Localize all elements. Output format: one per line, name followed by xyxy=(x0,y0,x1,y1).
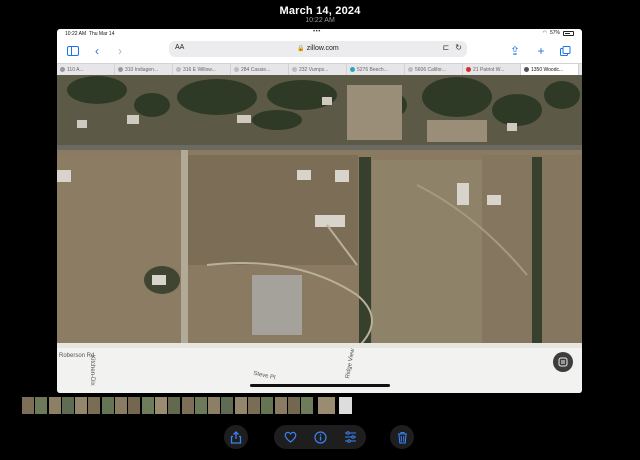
browser-tab[interactable]: 5276 Beech... xyxy=(347,64,405,75)
photo-thumbnail[interactable] xyxy=(168,397,181,414)
favicon-icon xyxy=(292,67,297,72)
photo-actions xyxy=(274,425,366,449)
photo-thumbnail[interactable] xyxy=(208,397,221,414)
browser-tab[interactable]: 110 A... xyxy=(57,64,115,75)
sports-field xyxy=(252,275,302,335)
photo-thumbnail[interactable] xyxy=(274,397,287,414)
photo-thumbnail[interactable] xyxy=(88,397,101,414)
main-road xyxy=(57,145,582,150)
back-icon[interactable]: ‹ xyxy=(89,43,105,59)
sidebar-icon[interactable] xyxy=(65,43,81,59)
share-button[interactable] xyxy=(224,425,248,449)
photo-thumbnail[interactable] xyxy=(22,397,34,414)
new-tab-icon[interactable]: + xyxy=(533,43,549,59)
photo-thumbnail[interactable] xyxy=(35,397,48,414)
favicon-icon xyxy=(234,67,239,72)
photo-strip[interactable] xyxy=(22,397,353,415)
photo-thumbnail[interactable] xyxy=(61,397,74,414)
photo-thumbnail[interactable] xyxy=(234,397,247,414)
tab-bar: 110 A... 310 Indiagen... 316 E Willow... 28… xyxy=(57,63,582,75)
url-text: zillow.com xyxy=(306,45,339,52)
browser-tab[interactable]: 232 Vumps... xyxy=(289,64,347,75)
status-right: ◠ 57% xyxy=(543,30,574,36)
map-layers-button[interactable] xyxy=(553,352,573,372)
hedgerow xyxy=(359,157,371,348)
photos-date: March 14, 2024 xyxy=(279,5,361,17)
photo-thumbnail[interactable] xyxy=(115,397,128,414)
photo-thumbnail[interactable] xyxy=(194,397,207,414)
tab-label: 310 Indiagen... xyxy=(125,66,159,73)
info-icon xyxy=(313,430,327,444)
safari-toolbar: ‹ › AA 🔒 zillow.com ⊏ ↻ ⇪ + xyxy=(57,39,582,63)
heart-icon xyxy=(284,431,296,443)
tab-label: 316 E Willow... xyxy=(183,66,216,73)
favicon-icon xyxy=(408,67,413,72)
photos-time: 10:22 AM xyxy=(305,17,335,24)
reload-icon[interactable]: ↻ xyxy=(455,43,462,52)
north-south-road xyxy=(181,150,188,348)
photo-thumbnail[interactable] xyxy=(221,397,234,414)
tab-label: 232 Vumps... xyxy=(299,66,329,73)
status-bar: 10:22 AM Thu Mar 14 ••• ◠ 57% xyxy=(57,29,582,39)
screenshot-frame: 10:22 AM Thu Mar 14 ••• ◠ 57% ‹ › AA 🔒 zi… xyxy=(57,29,582,393)
photo-thumbnail[interactable] xyxy=(154,397,167,414)
status-time: 10:22 AM Thu Mar 14 xyxy=(65,31,115,37)
scan-icon xyxy=(558,357,568,367)
tabs-overview-icon[interactable] xyxy=(557,43,573,59)
photo-thumbnail[interactable] xyxy=(128,397,141,414)
photo-thumbnail[interactable] xyxy=(181,397,194,414)
extensions-icon[interactable]: ⊏ xyxy=(443,43,450,52)
wifi-icon: ◠ xyxy=(542,30,547,36)
kitchen-dix-label: Kitchen-Dix xyxy=(89,355,95,386)
photo-thumbnail[interactable] xyxy=(248,397,261,414)
favorite-button[interactable] xyxy=(282,429,298,445)
battery-label: 57% xyxy=(549,30,560,36)
favicon-icon xyxy=(176,67,181,72)
share-icon xyxy=(230,430,242,444)
favicon-icon xyxy=(350,67,355,72)
info-button[interactable] xyxy=(312,429,328,445)
photo-thumbnail[interactable] xyxy=(101,397,114,414)
trash-icon xyxy=(397,431,407,444)
photo-thumbnail[interactable] xyxy=(261,397,274,414)
photo-thumbnail[interactable] xyxy=(287,397,300,414)
share-icon[interactable]: ⇪ xyxy=(507,43,523,59)
adjust-icon xyxy=(344,431,356,443)
battery-icon xyxy=(563,30,574,36)
browser-tab[interactable]: 21 Patriot W... xyxy=(463,64,521,75)
browser-tab[interactable]: 284 Cassie... xyxy=(231,64,289,75)
ridge-view-label: Ridge View xyxy=(345,348,357,380)
browser-tab[interactable]: 316 E Willow... xyxy=(173,64,231,75)
photo-thumbnail[interactable] xyxy=(338,397,352,414)
tab-label: 21 Patriot W... xyxy=(473,66,505,73)
favicon-icon xyxy=(118,67,123,72)
favicon-icon xyxy=(60,67,65,72)
browser-tab[interactable]: 310 Indiagen... xyxy=(115,64,173,75)
satellite-map[interactable] xyxy=(57,75,582,348)
forward-icon[interactable]: › xyxy=(112,43,128,59)
photo-thumbnail[interactable] xyxy=(75,397,88,414)
tab-label: 5606 Califor... xyxy=(415,66,446,73)
delete-button[interactable] xyxy=(390,425,414,449)
address-bar[interactable]: AA 🔒 zillow.com ⊏ ↻ xyxy=(169,41,467,57)
photo-thumbnail[interactable] xyxy=(48,397,61,414)
lock-icon: 🔒 xyxy=(297,46,305,52)
multitasking-dots[interactable]: ••• xyxy=(313,29,321,35)
favicon-icon xyxy=(466,67,471,72)
browser-tab[interactable]: 5606 Califor... xyxy=(405,64,463,75)
home-indicator[interactable] xyxy=(250,384,390,387)
tab-label: 5276 Beech... xyxy=(357,66,388,73)
photo-thumbnail[interactable] xyxy=(301,397,314,414)
browser-tab[interactable]: 1350 Woodc... xyxy=(521,64,579,75)
steve-pl-label: Steve Pl xyxy=(252,370,276,382)
photo-thumbnail[interactable] xyxy=(317,397,335,414)
tab-label: 284 Cassie... xyxy=(241,66,271,73)
photo-thumbnail[interactable] xyxy=(141,397,154,414)
tab-label: 110 A... xyxy=(67,66,84,73)
tab-label: 1350 Woodc... xyxy=(531,66,564,73)
adjust-button[interactable] xyxy=(342,429,358,445)
favicon-icon xyxy=(524,67,529,72)
